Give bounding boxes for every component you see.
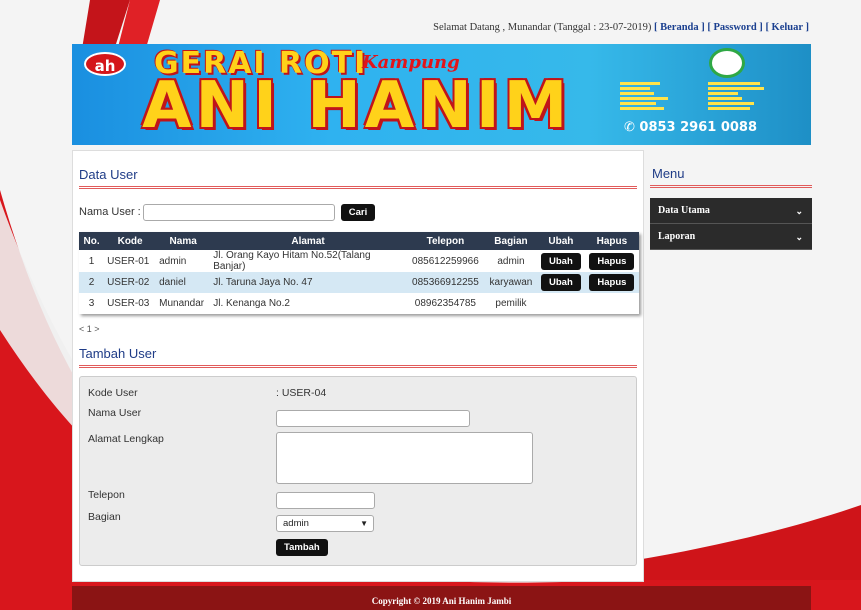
- nama-user-label: Nama User: [88, 407, 142, 419]
- column-header: Bagian: [484, 232, 537, 250]
- table-row: 2 USER-02 daniel Jl. Taruna Jaya No. 47 …: [79, 272, 639, 293]
- cell-no: 2: [79, 272, 105, 293]
- menu-item-data-utama[interactable]: Data Utama ⌄: [650, 198, 812, 224]
- column-header: Alamat: [210, 232, 406, 250]
- header-banner: ah GERAI ROTI Kampung ANI HANIM ✆ 0853 2…: [72, 44, 811, 145]
- topbar: Selamat Datang , Munandar (Tanggal : 23-…: [433, 22, 809, 33]
- banner-main-text: ANI HANIM: [142, 69, 572, 143]
- menu-title: Menu: [650, 150, 812, 188]
- cell-kode: USER-02: [104, 272, 157, 293]
- cell-bagian: karyawan: [484, 272, 537, 293]
- phone-icon: ✆: [624, 120, 640, 135]
- bagian-label: Bagian: [88, 511, 121, 523]
- cell-alamat: Jl. Kenanga No.2: [213, 298, 290, 309]
- search-label: Nama User :: [79, 206, 141, 218]
- table-row: 1 USER-01 admin Jl. Orang Kayo Hitam No.…: [79, 250, 639, 272]
- cell-bagian: pemilik: [495, 298, 527, 309]
- ubah-button[interactable]: Ubah: [541, 274, 581, 291]
- brand-logo: ah: [84, 52, 126, 76]
- kode-user-value: : USER-04: [276, 387, 327, 399]
- cell-nama: admin: [159, 255, 187, 267]
- cell-nama: Munandar: [159, 298, 205, 309]
- cell-no: 3: [88, 298, 95, 309]
- search-row: Nama User : Cari: [79, 203, 637, 221]
- telepon-label: Telepon: [88, 489, 125, 501]
- keluar-link[interactable]: [ Keluar ]: [765, 22, 809, 33]
- halal-logo-icon: [709, 48, 745, 78]
- hapus-button[interactable]: Hapus: [589, 274, 635, 291]
- cell-alamat: Jl. Orang Kayo Hitam No.52(Talang Banjar…: [213, 250, 371, 272]
- column-header: Hapus: [584, 232, 639, 250]
- alamat-label: Alamat Lengkap: [88, 433, 164, 445]
- cell-bagian: admin: [497, 255, 525, 267]
- bagian-selected-value: admin: [283, 518, 309, 529]
- column-header: No.: [79, 232, 105, 250]
- table-header-row: No. Kode Nama Alamat Telepon Bagian Ubah…: [79, 232, 639, 250]
- cell-telepon: 08962354785: [414, 298, 476, 309]
- nama-user-field[interactable]: [276, 410, 470, 427]
- chevron-down-icon: ⌄: [795, 232, 803, 242]
- column-header: Nama: [156, 232, 211, 250]
- cell-no: 1: [88, 255, 95, 267]
- alamat-textarea[interactable]: [276, 432, 533, 484]
- column-header: Telepon: [405, 232, 485, 250]
- greeting-text: Selamat Datang , Munandar (Tanggal : 23-…: [433, 22, 652, 33]
- sidebar: Menu Data Utama ⌄ Laporan ⌄: [650, 150, 812, 250]
- chevron-down-icon: ⌄: [795, 206, 803, 216]
- hapus-button[interactable]: Hapus: [589, 252, 635, 270]
- column-header: Kode: [104, 232, 157, 250]
- user-table: No. Kode Nama Alamat Telepon Bagian Ubah…: [79, 232, 639, 314]
- beranda-link[interactable]: [ Beranda ]: [654, 22, 705, 33]
- banner-phone: ✆ 0853 2961 0088: [624, 120, 758, 135]
- footer: Copyright © 2019 Ani Hanim Jambi: [72, 586, 811, 610]
- column-header: Ubah: [536, 232, 585, 250]
- cell-ubah: [537, 293, 585, 314]
- select-caret-icon: ▼: [360, 519, 368, 528]
- kode-user-label: Kode User: [88, 387, 138, 399]
- main-content: Data User Nama User : Cari No. Kode Nama…: [72, 150, 644, 582]
- table-row: 3 USER-03 Munandar Jl. Kenanga No.2 0896…: [79, 293, 639, 314]
- menu-item-laporan[interactable]: Laporan ⌄: [650, 224, 812, 250]
- cell-hapus: [585, 293, 639, 314]
- cell-alamat: Jl. Taruna Jaya No. 47: [210, 272, 406, 293]
- telepon-field[interactable]: [276, 492, 375, 509]
- search-input[interactable]: [142, 203, 335, 221]
- ubah-button[interactable]: Ubah: [541, 252, 581, 270]
- cell-telepon: 085612259966: [412, 255, 479, 267]
- cell-telepon: 085366912255: [405, 272, 485, 293]
- tambah-user-title: Tambah User: [79, 346, 637, 368]
- search-button[interactable]: Cari: [340, 203, 376, 221]
- cell-kode: USER-01: [107, 255, 150, 267]
- tambah-button[interactable]: Tambah: [276, 539, 328, 556]
- password-link[interactable]: [ Password ]: [707, 22, 762, 33]
- cell-nama: daniel: [156, 272, 211, 293]
- bagian-select[interactable]: admin ▼: [276, 515, 374, 532]
- add-user-form: Kode User : USER-04 Nama User Alamat Len…: [79, 376, 637, 566]
- data-user-title: Data User: [79, 167, 637, 189]
- pagination[interactable]: < 1 >: [79, 324, 637, 334]
- cell-kode: USER-03: [107, 298, 150, 309]
